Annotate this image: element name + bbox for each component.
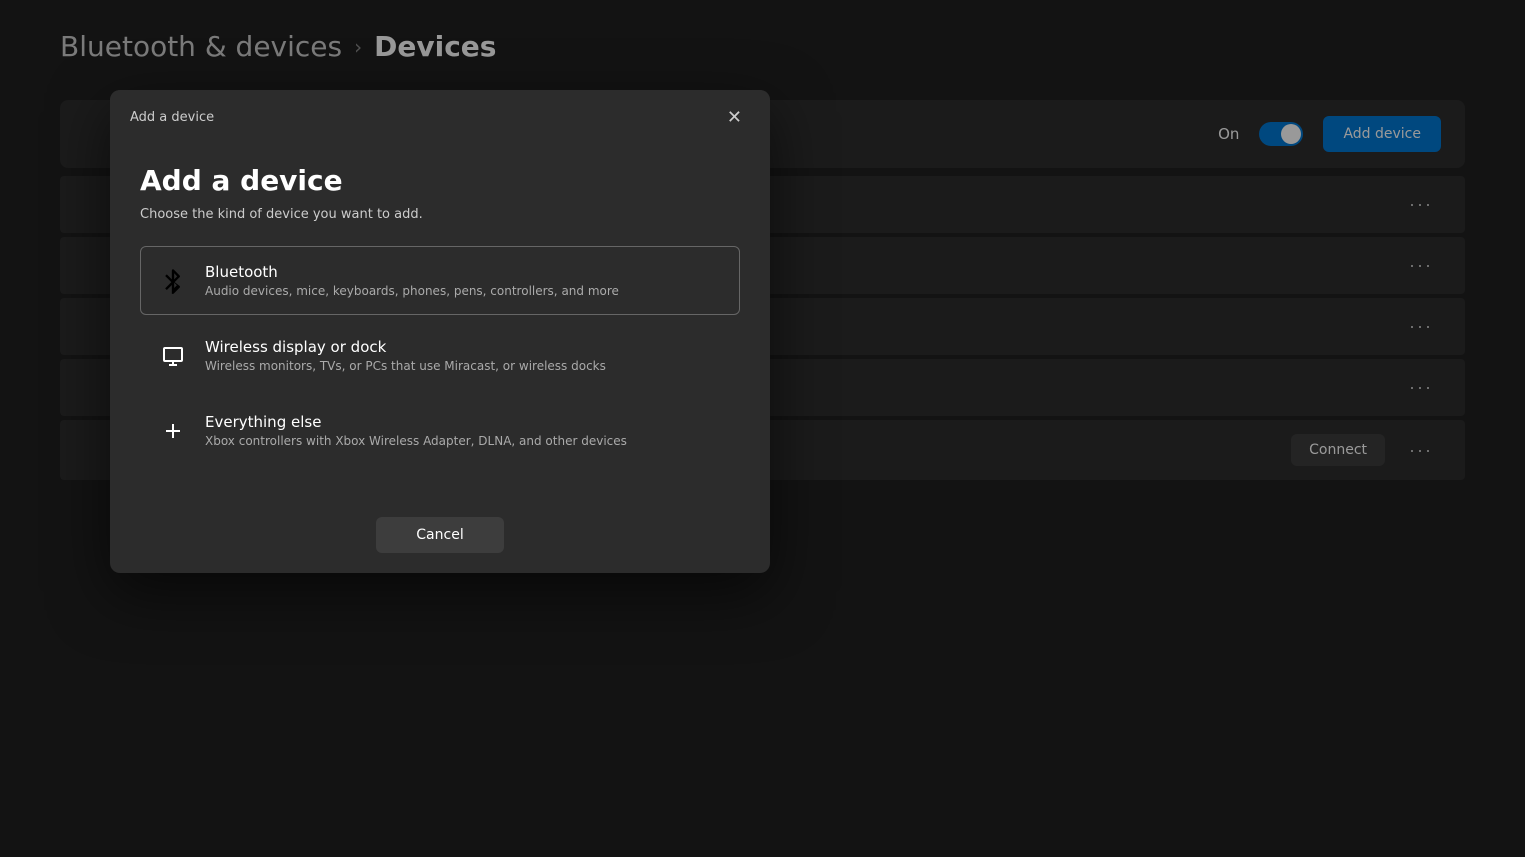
wireless-display-option-desc: Wireless monitors, TVs, or PCs that use …: [205, 359, 606, 373]
wireless-display-option-title: Wireless display or dock: [205, 338, 606, 356]
everything-else-option-desc: Xbox controllers with Xbox Wireless Adap…: [205, 434, 627, 448]
dialog-body: Add a device Choose the kind of device y…: [110, 144, 770, 501]
bluetooth-option-title: Bluetooth: [205, 263, 619, 281]
plus-icon: [159, 417, 187, 445]
dialog-title: Add a device: [130, 110, 214, 125]
bluetooth-option-text: Bluetooth Audio devices, mice, keyboards…: [205, 263, 619, 298]
bluetooth-option[interactable]: Bluetooth Audio devices, mice, keyboards…: [140, 246, 740, 315]
monitor-icon: [159, 342, 187, 370]
dialog-close-button[interactable]: ✕: [719, 104, 750, 130]
wireless-display-option-text: Wireless display or dock Wireless monito…: [205, 338, 606, 373]
dialog-titlebar: Add a device ✕: [110, 90, 770, 144]
everything-else-option[interactable]: Everything else Xbox controllers with Xb…: [140, 396, 740, 465]
bluetooth-icon: [159, 267, 187, 295]
everything-else-option-text: Everything else Xbox controllers with Xb…: [205, 413, 627, 448]
bluetooth-option-desc: Audio devices, mice, keyboards, phones, …: [205, 284, 619, 298]
add-device-dialog: Add a device ✕ Add a device Choose the k…: [110, 90, 770, 573]
dialog-subtitle: Choose the kind of device you want to ad…: [140, 207, 740, 222]
everything-else-option-title: Everything else: [205, 413, 627, 431]
wireless-display-option[interactable]: Wireless display or dock Wireless monito…: [140, 321, 740, 390]
dialog-footer: Cancel: [110, 501, 770, 573]
dialog-heading: Add a device: [140, 164, 740, 197]
cancel-button[interactable]: Cancel: [376, 517, 503, 553]
